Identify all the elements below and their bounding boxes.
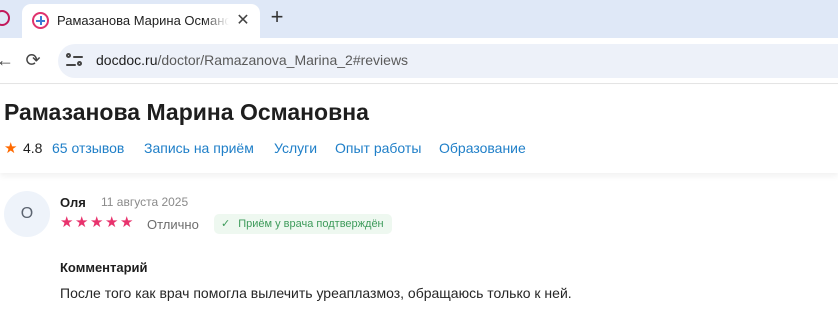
comment-heading: Комментарий [60,260,148,275]
nav-services-link[interactable]: Услуги [274,140,317,156]
verified-label: Приём у врача подтверждён [238,218,384,230]
review-author: Оля [60,195,86,210]
comment-text: После того как врач помогла вылечить уре… [60,285,572,301]
star-icon: ★ [120,214,134,231]
active-tab[interactable]: Рамазанова Марина Османовна ✕ [22,4,260,38]
rating-value: 4.8 [23,140,43,156]
star-icon: ★ [60,214,74,231]
star-icon: ★ [105,214,119,231]
nav-reviews-link[interactable]: 65 отзывов [52,140,124,156]
review-grade: Отлично [147,217,199,232]
url-domain: docdoc.ru [96,52,158,68]
rating-star-icon: ★ [4,140,18,157]
review-card: О Оля 11 августа 2025 ★ ★ ★ ★ ★ Отлично ✓ При… [0,178,838,320]
nav-education-link[interactable]: Образование [439,140,526,156]
check-icon: ✓ [221,218,231,230]
back-arrow-icon[interactable]: ← [0,50,14,71]
url-path: /doctor/Ramazanova_Marina_2#reviews [157,52,409,68]
avatar: О [4,191,50,237]
tab-title: Рамазанова Марина Османовна [57,13,229,28]
url-text[interactable]: docdoc.ru/doctor/Ramazanova_Marina_2#rev… [96,52,408,68]
nav-appointment-link[interactable]: Запись на приём [144,140,254,156]
browser-tab-bar: Рамазанова Марина Османовна ✕ + [0,0,838,38]
doctor-header: Рамазанова Марина Османовна ★ 4.8 65 отз… [0,85,838,173]
new-tab-icon[interactable]: + [266,6,288,30]
nav-experience-link[interactable]: Опыт работы [335,140,421,156]
site-info-icon[interactable] [66,53,84,69]
star-icon: ★ [75,214,89,231]
previous-tab-favicon-icon[interactable] [0,10,10,26]
reload-icon[interactable]: ⟳ [22,49,44,71]
close-tab-icon[interactable]: ✕ [234,12,252,30]
address-bar[interactable]: docdoc.ru/doctor/Ramazanova_Marina_2#rev… [58,44,838,78]
review-date: 11 августа 2025 [101,195,189,209]
browser-toolbar: ← ⟳ docdoc.ru/doctor/Ramazanova_Marina_2… [0,38,838,84]
star-icon: ★ [90,214,104,231]
review-stars: ★ ★ ★ ★ ★ [60,214,135,232]
verified-badge: ✓ Приём у врача подтверждён [214,214,392,234]
docdoc-favicon-icon [32,12,49,29]
doctor-name: Рамазанова Марина Османовна [4,99,369,125]
